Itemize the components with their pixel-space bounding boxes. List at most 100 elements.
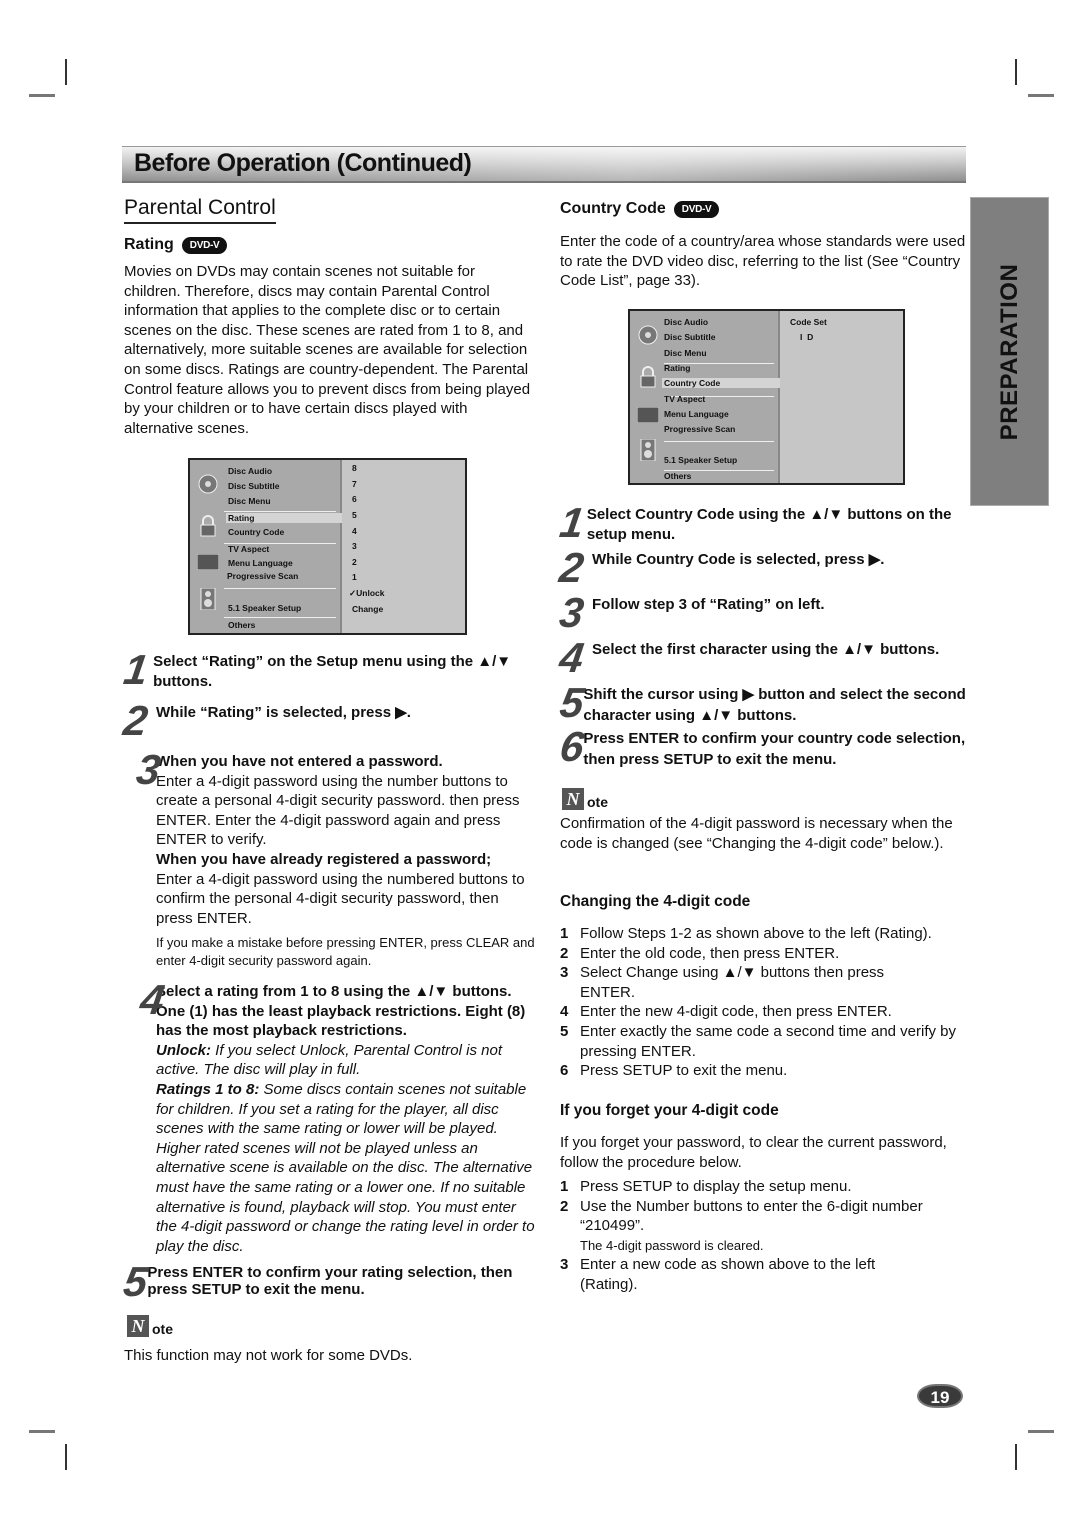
rating-intro: Movies on DVDs may contain scenes not su…	[124, 263, 531, 437]
menu-item: 5.1 Speaker Setup	[664, 455, 738, 465]
crop-mark	[65, 59, 67, 85]
list-subtext: The 4-digit password is cleared.	[580, 1237, 764, 1253]
list-num: 4	[560, 1003, 569, 1021]
step-body: Enter a 4-digit password using the numbe…	[156, 772, 520, 849]
step-number: 1	[556, 499, 587, 546]
step-number: 5	[557, 679, 588, 726]
country-step-5: 5 Shift the cursor using ▶ button and se…	[557, 679, 970, 726]
list-num: 3	[560, 1256, 569, 1274]
crop-mark	[65, 1444, 67, 1470]
rating-heading-text: Rating	[124, 236, 174, 253]
menu-item: Disc Subtitle	[664, 332, 716, 342]
changing-list: 1 Follow Steps 1-2 as shown above to the …	[560, 924, 972, 1081]
menu-left-panel: Disc Audio Disc Subtitle Disc Menu Ratin…	[190, 460, 342, 633]
menu-item: TV Aspect	[228, 544, 270, 554]
country-code-intro: Enter the code of a country/area whose s…	[560, 233, 966, 290]
side-tab: PREPARATION	[970, 197, 1049, 506]
section-header-bar: Before Operation (Continued)	[122, 146, 966, 183]
crop-mark	[1028, 1430, 1054, 1433]
tv-icon	[636, 406, 660, 428]
list-text: Press SETUP to exit the menu.	[580, 1062, 788, 1080]
ratings-text: Some discs contain scenes not suitable f…	[156, 1080, 535, 1255]
rating-option: 2	[352, 557, 357, 567]
menu-item: Menu Language	[228, 558, 293, 568]
lock-icon	[639, 366, 657, 393]
menu-item: TV Aspect	[664, 394, 706, 404]
list-num: 3	[560, 964, 569, 982]
note-label: ote	[587, 794, 608, 810]
step-subhead: When you have not entered a password.	[156, 753, 443, 770]
crop-mark	[29, 1430, 55, 1433]
step-number: 3	[556, 589, 587, 636]
menu-item: 5.1 Speaker Setup	[228, 603, 302, 613]
step-text: Select “Rating” on the Setup menu using …	[153, 653, 512, 690]
disc-icon	[198, 474, 218, 499]
code-value: I D	[800, 332, 814, 342]
menu-item: Disc Menu	[664, 348, 707, 358]
page-title: Before Operation (Continued)	[134, 149, 472, 177]
list-num: 5	[560, 1022, 569, 1040]
list-item: 1 Follow Steps 1-2 as shown above to the …	[560, 924, 972, 944]
tv-icon	[196, 553, 220, 575]
rating-option: 3	[352, 541, 357, 551]
list-text: Select Change using ▲/▼ buttons then pre…	[580, 964, 885, 1001]
country-code-heading-text: Country Code	[560, 200, 666, 217]
note-heading: N ote	[562, 788, 608, 810]
country-code-heading: Country Code DVD-V	[560, 200, 720, 218]
note-text: Confirmation of the 4-digit password is …	[560, 815, 953, 852]
list-text: Use the Number buttons to enter the 6-di…	[580, 1197, 923, 1235]
rating-option-selected: ✓Unlock	[349, 588, 385, 598]
menu-item: Disc Subtitle	[228, 481, 280, 491]
menu-item: Disc Audio	[228, 466, 273, 476]
crop-mark	[29, 94, 55, 97]
step-text: Select Country Code using the ▲/▼ button…	[586, 506, 952, 543]
rating-step-1: 1 Select “Rating” on the Setup menu usin…	[120, 646, 536, 693]
menu-left-panel: Disc Audio Disc Subtitle Disc Menu Ratin…	[630, 311, 780, 483]
ratings-label: Ratings 1 to 8:	[156, 1080, 260, 1098]
list-item: 2 Enter the old code, then press ENTER.	[560, 944, 972, 964]
step-text: While “Rating” is selected, press ▶.	[156, 704, 411, 721]
list-text: Enter a new code as shown above to the l…	[580, 1256, 876, 1293]
rating-step-5: 5 Press ENTER to confirm your rating sel…	[120, 1258, 539, 1305]
side-tab-label: PREPARATION	[995, 263, 1023, 440]
menu-item: Country Code	[228, 527, 285, 537]
crop-mark	[1028, 94, 1054, 97]
forget-intro: If you forget your password, to clear th…	[560, 1134, 947, 1171]
step-text: Follow step 3 of “Rating” on left.	[592, 596, 825, 613]
note-label: ote	[152, 1321, 173, 1337]
note-icon: N	[562, 788, 584, 810]
page-number: 19	[917, 1384, 963, 1408]
menu-item: Others	[228, 620, 256, 630]
rating-step-4: 4 Select a rating from 1 to 8 using the …	[124, 976, 539, 1256]
list-num: 1	[560, 925, 569, 942]
step-number: 1	[120, 646, 151, 693]
country-step-4: 4 Select the first character using the ▲…	[557, 634, 972, 681]
step-text: While Country Code is selected, press ▶.	[592, 551, 885, 568]
step-number: 5	[120, 1258, 151, 1305]
changing-heading: Changing the 4-digit code	[560, 893, 751, 910]
forget-list: 1 Press SETUP to display the setup menu. …	[560, 1177, 970, 1295]
list-text: Press SETUP to display the setup menu.	[580, 1178, 852, 1195]
rating-option: 8	[352, 463, 357, 473]
note-heading: N ote	[127, 1315, 173, 1337]
list-item: 3 Select Change using ▲/▼ buttons then pr…	[560, 963, 972, 1002]
step-text: Shift the cursor using ▶ button and sele…	[583, 686, 966, 724]
speaker-icon	[200, 587, 216, 615]
step-tip: If you make a mistake before pressing EN…	[156, 935, 535, 969]
lock-icon	[199, 515, 217, 542]
section-title: Parental Control	[124, 196, 276, 224]
forget-heading: If you forget your 4-digit code	[560, 1102, 779, 1119]
speaker-icon	[640, 438, 656, 466]
list-num: 2	[560, 1197, 569, 1215]
step-number: 2	[556, 544, 587, 591]
dvd-v-badge: DVD-V	[673, 200, 720, 218]
rating-option: Change	[352, 604, 384, 614]
list-item: 5 Enter exactly the same code a second ti…	[560, 1022, 972, 1061]
list-num: 6	[560, 1062, 569, 1080]
crop-mark	[1015, 59, 1017, 85]
list-text: Enter the old code, then press ENTER.	[580, 944, 840, 962]
disc-icon	[638, 325, 658, 350]
list-text: Enter exactly the same code a second tim…	[580, 1022, 957, 1060]
menu-item: Others	[664, 471, 692, 481]
rating-option: 6	[352, 494, 357, 504]
